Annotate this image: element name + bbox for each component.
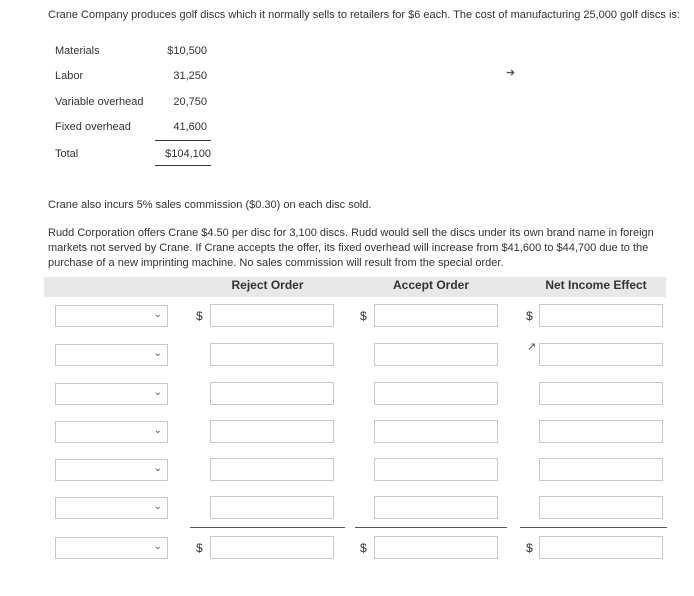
chevron-down-icon: ⌄ [153,425,162,436]
total-rule [155,165,211,166]
dollar-sign: $ [196,541,203,555]
reject-order-input-2[interactable] [210,343,334,366]
chevron-down-icon: ⌄ [153,348,162,359]
pointer-cursor-icon: ↗ [527,341,537,353]
accept-order-input-4[interactable] [374,420,498,443]
cost-label-labor: Labor [55,70,84,82]
item-select-7[interactable]: ⌄ [55,537,168,559]
mouse-cursor-icon: ➜ [506,67,516,79]
net-income-input-1[interactable] [539,304,663,327]
item-select-1[interactable]: ⌄ [55,305,168,327]
chevron-down-icon: ⌄ [153,541,162,552]
cost-value-labor: 31,250 [173,70,207,82]
commission-text: Crane also incurs 5% sales commission ($… [48,199,372,211]
accept-order-input-6[interactable] [374,496,498,519]
net-income-input-2[interactable] [539,343,663,366]
cost-label-total: Total [55,148,79,160]
reject-order-input-6[interactable] [210,496,334,519]
item-select-2[interactable]: ⌄ [55,344,168,366]
accept-order-input-5[interactable] [374,458,498,481]
dollar-sign: $ [196,309,203,323]
total-rule-net [520,527,667,528]
dollar-sign: $ [526,541,533,555]
dollar-sign: $ [526,309,533,323]
cost-label-variable-overhead: Variable overhead [55,96,144,108]
net-income-input-6[interactable] [539,496,663,519]
item-select-4[interactable]: ⌄ [55,421,168,443]
accept-order-input-3[interactable] [374,382,498,405]
special-order-text: Rudd Corporation offers Crane $4.50 per … [48,227,654,269]
cost-value-materials: $10,500 [167,45,207,57]
subtotal-rule [155,140,211,141]
item-select-5[interactable]: ⌄ [55,459,168,481]
header-net-income-effect: Net Income Effect [545,278,647,292]
cost-value-total: $104,100 [165,148,211,160]
cost-label-materials: Materials [55,45,100,57]
net-income-input-5[interactable] [539,458,663,481]
accept-order-total-input[interactable] [374,536,498,559]
total-rule-accept [355,527,507,528]
reject-order-input-1[interactable] [210,304,334,327]
reject-order-input-5[interactable] [210,458,334,481]
item-select-6[interactable]: ⌄ [55,497,168,519]
cost-value-variable-overhead: 20,750 [173,96,207,108]
header-reject-order: Reject Order [231,278,304,292]
total-rule-reject [190,527,345,528]
accept-order-input-2[interactable] [374,343,498,366]
dollar-sign: $ [360,541,367,555]
header-accept-order: Accept Order [392,278,470,292]
chevron-down-icon: ⌄ [153,309,162,320]
item-select-3[interactable]: ⌄ [55,383,168,405]
chevron-down-icon: ⌄ [153,501,162,512]
net-income-input-4[interactable] [539,420,663,443]
accept-order-input-1[interactable] [374,304,498,327]
reject-order-input-3[interactable] [210,382,334,405]
cost-label-fixed-overhead: Fixed overhead [55,121,131,133]
chevron-down-icon: ⌄ [153,463,162,474]
problem-intro: Crane Company produces golf discs which … [48,9,680,21]
cost-value-fixed-overhead: 41,600 [173,121,207,133]
net-income-input-3[interactable] [539,382,663,405]
reject-order-total-input[interactable] [210,536,334,559]
net-income-total-input[interactable] [539,536,663,559]
chevron-down-icon: ⌄ [153,387,162,398]
reject-order-input-4[interactable] [210,420,334,443]
dollar-sign: $ [360,309,367,323]
